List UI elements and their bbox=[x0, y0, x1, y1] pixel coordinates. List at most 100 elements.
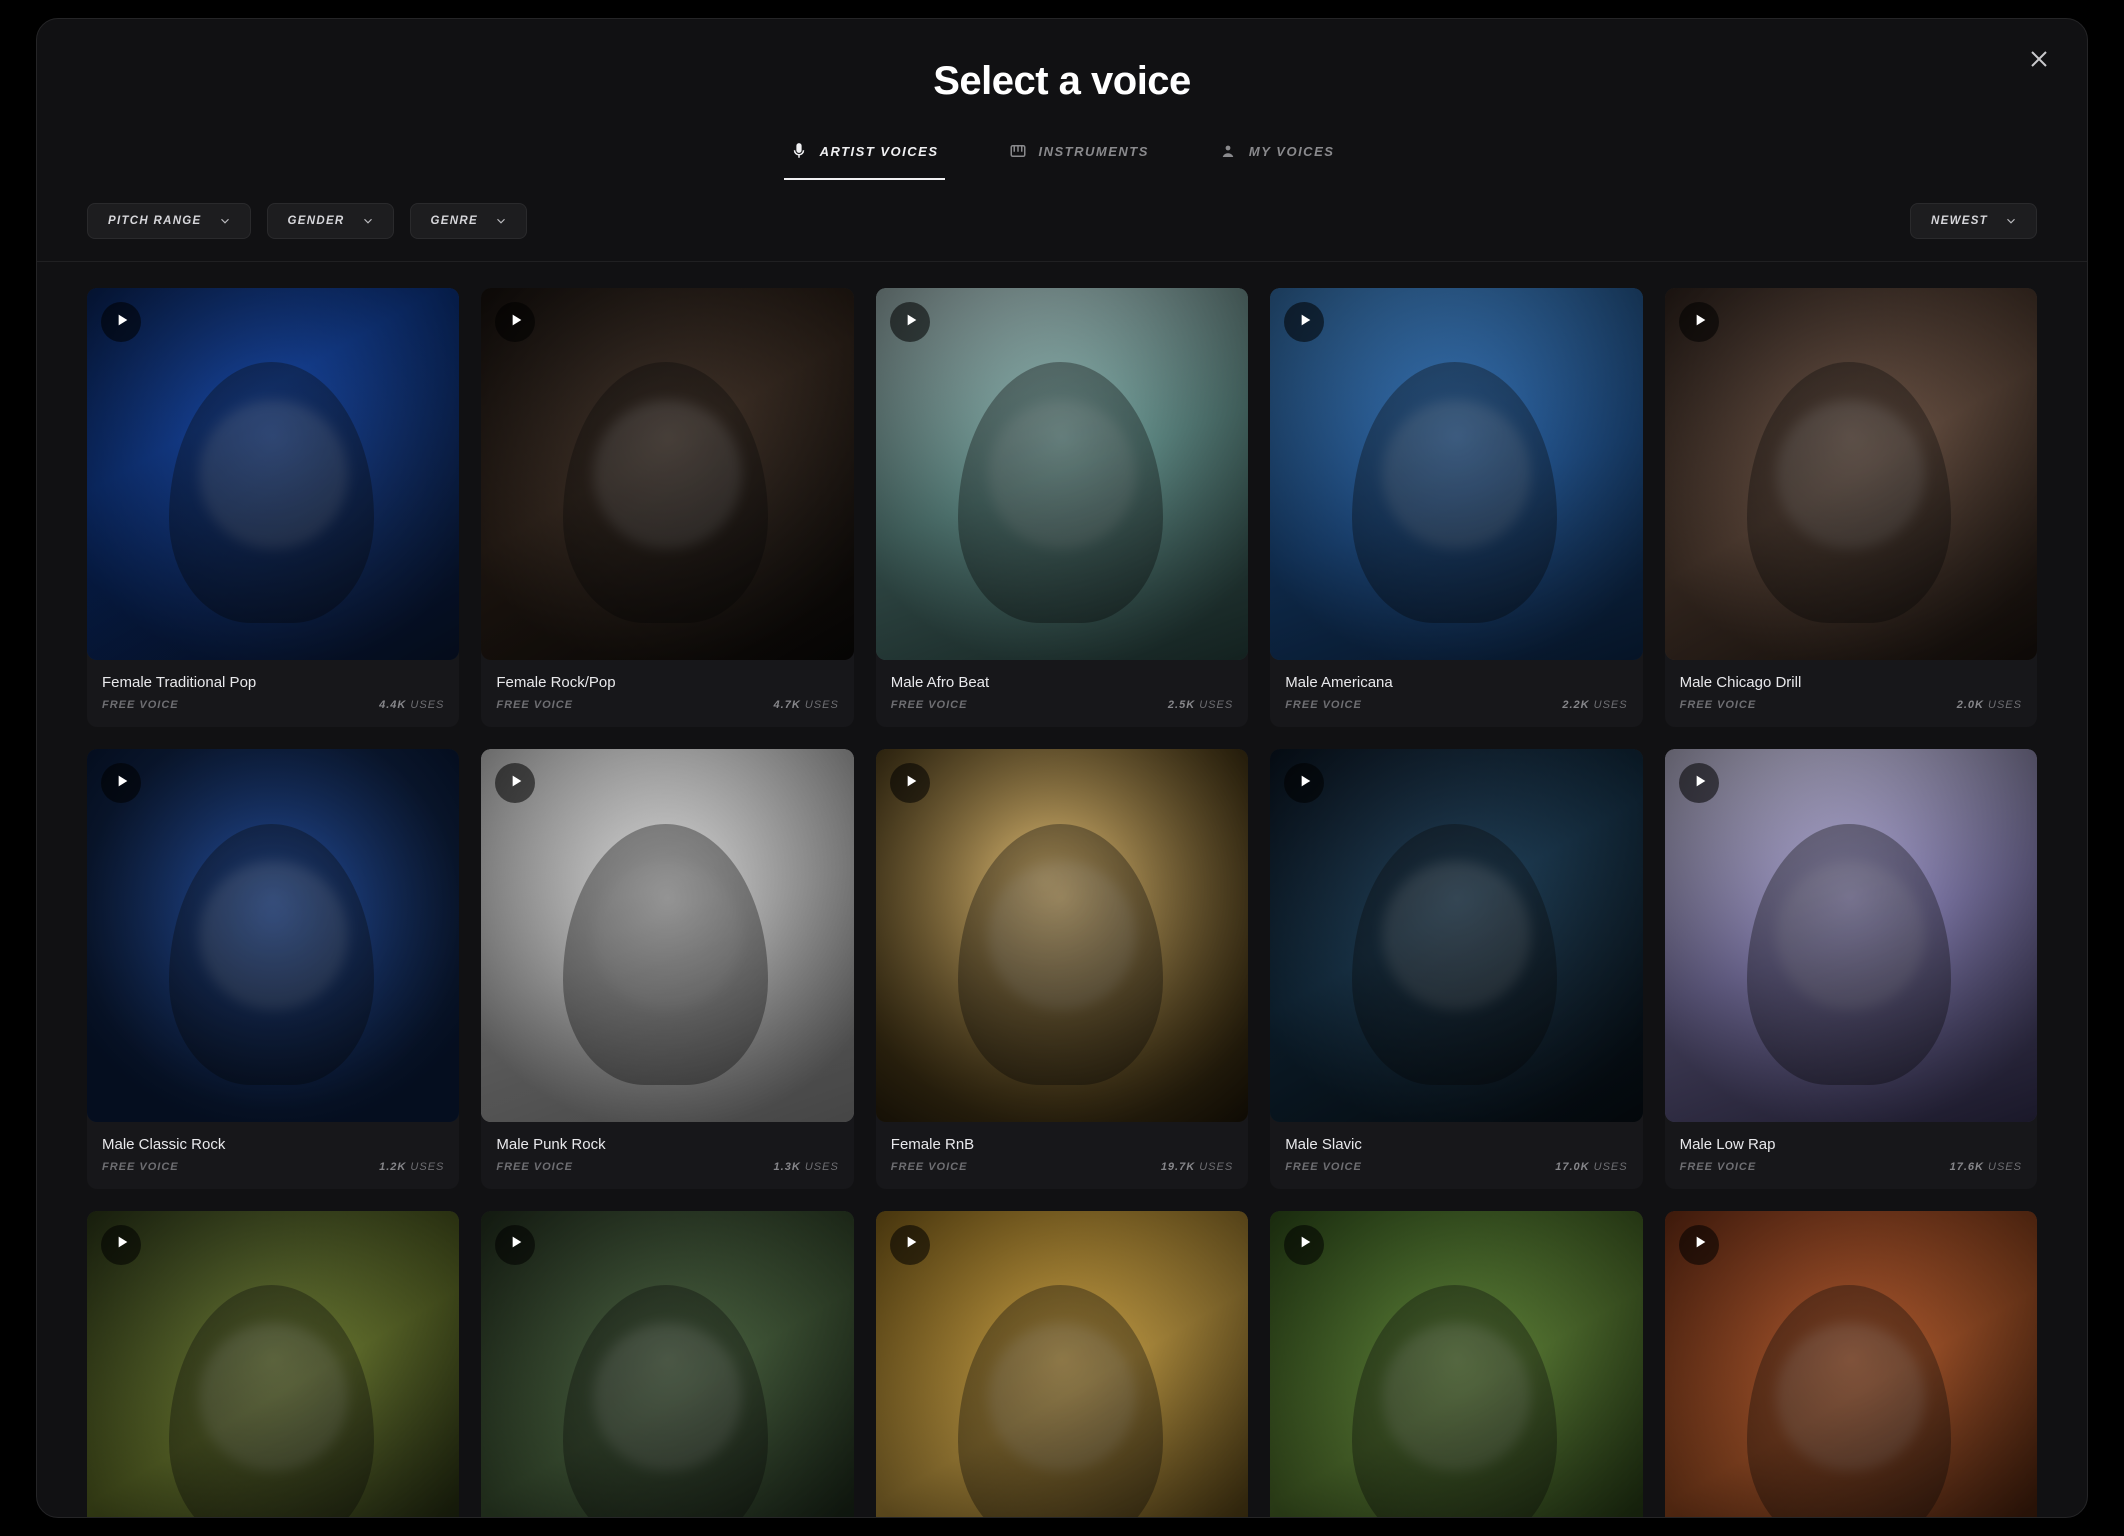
artwork-illustration bbox=[876, 1211, 1248, 1517]
voice-artwork bbox=[481, 749, 853, 1121]
voice-free-badge: FREE VOICE bbox=[102, 699, 179, 711]
voice-card[interactable]: Female Traditional Pop FREE VOICE 4.4K USE… bbox=[87, 288, 459, 727]
tab-bar: ARTIST VOICES INSTRUMENTS MY VOICES bbox=[37, 132, 2087, 181]
artwork-illustration bbox=[1270, 1211, 1642, 1517]
voice-artwork bbox=[87, 749, 459, 1121]
play-button[interactable] bbox=[1679, 1225, 1719, 1265]
voice-free-badge: FREE VOICE bbox=[496, 699, 573, 711]
voice-uses-suffix: USES bbox=[1984, 699, 2022, 711]
voice-card[interactable] bbox=[1270, 1211, 1642, 1517]
voice-uses: 4.4K USES bbox=[379, 699, 444, 711]
voice-card[interactable]: Male Punk RockFREE VOICE1.3K USES bbox=[481, 749, 853, 1188]
voice-uses-suffix: USES bbox=[1984, 1161, 2022, 1173]
sort-label: NEWEST bbox=[1931, 215, 1988, 227]
play-button[interactable] bbox=[1679, 763, 1719, 803]
voice-free-badge: FREE VOICE bbox=[1680, 1161, 1757, 1173]
voice-card[interactable]: Male Afro BeatFREE VOICE2.5K USES bbox=[876, 288, 1248, 727]
artwork-illustration bbox=[481, 288, 853, 660]
play-icon bbox=[901, 1234, 919, 1255]
voice-free-badge: FREE VOICE bbox=[102, 1161, 179, 1173]
filter-genre[interactable]: GENRE bbox=[410, 203, 527, 239]
voice-card[interactable]: Female Rock/Pop FREE VOICE4.7K USES bbox=[481, 288, 853, 727]
voice-uses-count: 17.6K bbox=[1950, 1161, 1984, 1173]
voice-card[interactable] bbox=[481, 1211, 853, 1517]
sort-dropdown[interactable]: NEWEST bbox=[1910, 203, 2037, 239]
voice-name: Female RnB bbox=[891, 1136, 1233, 1153]
voice-subline: FREE VOICE 17.6K USES bbox=[1680, 1161, 2022, 1173]
artwork-illustration bbox=[1665, 749, 2037, 1121]
voice-card[interactable] bbox=[1665, 1211, 2037, 1517]
play-icon bbox=[1690, 312, 1708, 333]
artwork-illustration bbox=[87, 288, 459, 660]
voice-card[interactable]: Male AmericanaFREE VOICE2.2K USES bbox=[1270, 288, 1642, 727]
voice-uses: 2.5K USES bbox=[1168, 699, 1233, 711]
play-button[interactable] bbox=[890, 1225, 930, 1265]
play-button[interactable] bbox=[1284, 302, 1324, 342]
play-icon bbox=[1690, 1234, 1708, 1255]
voice-uses-count: 4.4K bbox=[379, 699, 406, 711]
artwork-illustration bbox=[1665, 1211, 2037, 1517]
filter-gender[interactable]: GENDER bbox=[267, 203, 394, 239]
play-button[interactable] bbox=[890, 302, 930, 342]
voice-card[interactable] bbox=[87, 1211, 459, 1517]
voice-subline: FREE VOICE1.3K USES bbox=[496, 1161, 838, 1173]
artwork-illustration bbox=[876, 749, 1248, 1121]
voice-uses-suffix: USES bbox=[406, 699, 444, 711]
play-button[interactable] bbox=[1284, 1225, 1324, 1265]
voice-subline: FREE VOICE2.5K USES bbox=[891, 699, 1233, 711]
voice-card[interactable]: Male Chicago DrillFREE VOICE2.0K USES bbox=[1665, 288, 2037, 727]
voice-meta: Female Traditional Pop FREE VOICE 4.4K USE… bbox=[87, 660, 459, 727]
voice-subline: FREE VOICE4.7K USES bbox=[496, 699, 838, 711]
voice-uses-count: 19.7K bbox=[1161, 1161, 1195, 1173]
voice-name: Male Chicago Drill bbox=[1680, 674, 2022, 691]
voice-name: Female Traditional Pop bbox=[102, 674, 444, 691]
voice-free-badge: FREE VOICE bbox=[1680, 699, 1757, 711]
modal-title: Select a voice bbox=[37, 59, 2087, 104]
voice-uses-suffix: USES bbox=[1590, 699, 1628, 711]
play-icon bbox=[1295, 773, 1313, 794]
voice-card[interactable]: Male Classic RockFREE VOICE1.2K USES bbox=[87, 749, 459, 1188]
voice-subline: FREE VOICE 4.4K USES bbox=[102, 699, 444, 711]
play-icon bbox=[112, 773, 130, 794]
voice-uses-count: 17.0K bbox=[1555, 1161, 1589, 1173]
close-button[interactable] bbox=[2025, 47, 2053, 75]
voice-uses: 1.3K USES bbox=[774, 1161, 839, 1173]
tab-my-voices[interactable]: MY VOICES bbox=[1213, 132, 1341, 180]
voice-grid-scroll[interactable]: Female Traditional Pop FREE VOICE 4.4K USE… bbox=[37, 262, 2087, 1517]
voice-uses-count: 1.3K bbox=[774, 1161, 801, 1173]
voice-meta: Male Chicago DrillFREE VOICE2.0K USES bbox=[1665, 660, 2037, 727]
voice-free-badge: FREE VOICE bbox=[1285, 1161, 1362, 1173]
voice-artwork bbox=[1270, 1211, 1642, 1517]
voice-name: Female Rock/Pop bbox=[496, 674, 838, 691]
voice-uses-suffix: USES bbox=[1195, 699, 1233, 711]
voice-meta: Male Classic RockFREE VOICE1.2K USES bbox=[87, 1122, 459, 1189]
artwork-illustration bbox=[1665, 288, 2037, 660]
voice-artwork bbox=[1665, 749, 2037, 1121]
play-icon bbox=[506, 773, 524, 794]
filter-pitch-range[interactable]: PITCH RANGE bbox=[87, 203, 251, 239]
play-button[interactable] bbox=[890, 763, 930, 803]
tab-instruments[interactable]: INSTRUMENTS bbox=[1003, 132, 1155, 180]
voice-card[interactable]: Male SlavicFREE VOICE17.0K USES bbox=[1270, 749, 1642, 1188]
voice-uses-suffix: USES bbox=[801, 699, 839, 711]
play-button[interactable] bbox=[101, 1225, 141, 1265]
play-button[interactable] bbox=[101, 302, 141, 342]
voice-artwork bbox=[87, 288, 459, 660]
voice-card[interactable]: Female RnBFREE VOICE19.7K USES bbox=[876, 749, 1248, 1188]
voice-artwork bbox=[1270, 749, 1642, 1121]
voice-card[interactable] bbox=[876, 1211, 1248, 1517]
voice-artwork bbox=[1270, 288, 1642, 660]
tab-artist-voices[interactable]: ARTIST VOICES bbox=[784, 132, 945, 180]
play-button[interactable] bbox=[1679, 302, 1719, 342]
voice-name: Male Classic Rock bbox=[102, 1136, 444, 1153]
artwork-illustration bbox=[87, 749, 459, 1121]
filter-label: GENDER bbox=[288, 215, 345, 227]
voice-uses: 19.7K USES bbox=[1161, 1161, 1233, 1173]
play-icon bbox=[506, 312, 524, 333]
chevron-down-icon bbox=[2004, 214, 2018, 228]
artwork-illustration bbox=[481, 749, 853, 1121]
play-button[interactable] bbox=[495, 1225, 535, 1265]
voice-card[interactable]: Male Low RapFREE VOICE17.6K USES bbox=[1665, 749, 2037, 1188]
tab-label: INSTRUMENTS bbox=[1039, 144, 1149, 159]
voice-uses-count: 2.5K bbox=[1168, 699, 1195, 711]
